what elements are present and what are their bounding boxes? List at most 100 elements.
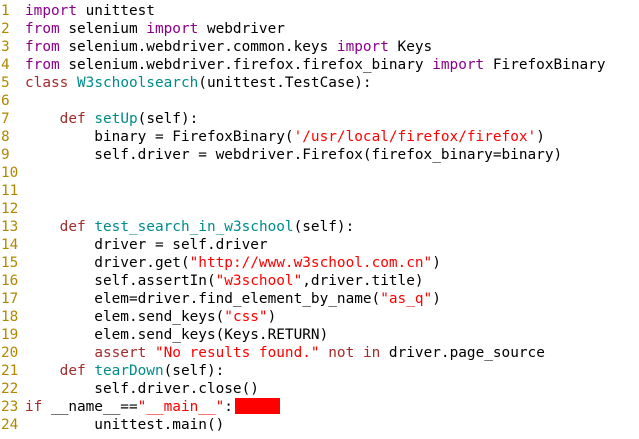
- code-line[interactable]: 18 elem.send_keys("css"): [0, 308, 276, 326]
- code-line[interactable]: 21 def tearDown(self):: [0, 362, 224, 380]
- code-line[interactable]: 8 binary = FirefoxBinary('/usr/local/fir…: [0, 128, 545, 146]
- code-token: setUp: [94, 111, 138, 127]
- code-text: from selenium.webdriver.firefox.firefox_…: [25, 57, 606, 73]
- code-line[interactable]: 15 driver.get("http://www.w3school.com.c…: [0, 254, 441, 272]
- code-text: elem.send_keys(Keys.RETURN): [25, 327, 328, 343]
- line-number: 1: [1, 3, 10, 19]
- code-token: webdriver: [198, 21, 285, 37]
- code-token: selenium.webdriver.firefox.firefox_binar…: [59, 57, 433, 73]
- code-token: :: [224, 399, 233, 415]
- code-token: (self):: [163, 363, 225, 379]
- code-token: "w3school": [215, 273, 303, 289]
- code-line[interactable]: 11: [0, 182, 25, 200]
- code-token: (self):: [293, 219, 355, 235]
- code-text: def setUp(self):: [25, 111, 199, 127]
- code-token: ): [432, 255, 441, 271]
- code-text: self.driver.close(): [25, 381, 259, 397]
- line-number: 14: [1, 237, 19, 253]
- code-token: ): [432, 291, 441, 307]
- code-text: driver.get("http://www.w3school.com.cn"): [25, 255, 441, 271]
- line-number: 20: [1, 345, 19, 361]
- code-line[interactable]: 3 from selenium.webdriver.common.keys imp…: [0, 38, 432, 56]
- line-number: 2: [1, 21, 10, 37]
- code-text: assert "No results found." not in driver…: [25, 345, 545, 361]
- line-number: 23: [1, 399, 19, 415]
- code-line[interactable]: 10: [0, 164, 25, 182]
- code-token: def: [59, 363, 86, 379]
- redaction-block: [234, 398, 280, 414]
- code-line[interactable]: 4 from selenium.webdriver.firefox.firefox…: [0, 56, 606, 74]
- code-token: from: [25, 57, 60, 73]
- code-line[interactable]: 14 driver = self.driver: [0, 236, 268, 254]
- code-token: import: [336, 39, 389, 55]
- code-line[interactable]: 5 class W3schoolsearch(unittest.TestCase)…: [0, 74, 372, 92]
- code-token: selenium.webdriver.common.keys: [59, 39, 337, 55]
- code-token: def: [59, 219, 86, 235]
- line-number: 6: [1, 93, 10, 109]
- line-number: 13: [1, 219, 19, 235]
- code-token: '/usr/local/firefox/firefox': [293, 129, 537, 145]
- code-token: self.assertIn(: [25, 273, 216, 289]
- line-number: 4: [1, 57, 10, 73]
- code-line[interactable]: 2 from selenium import webdriver: [0, 20, 285, 38]
- code-text: binary = FirefoxBinary('/usr/local/firef…: [25, 129, 545, 145]
- code-token: import: [25, 3, 77, 19]
- code-text: driver = self.driver: [25, 237, 267, 253]
- code-text: def tearDown(self):: [25, 363, 225, 379]
- code-text: import unittest: [25, 3, 155, 19]
- line-number: 12: [1, 201, 19, 217]
- code-token: unittest.main(): [25, 417, 225, 433]
- code-line[interactable]: 9 self.driver = webdriver.Firefox(firefo…: [0, 146, 562, 164]
- line-number: 10: [1, 165, 19, 181]
- code-line[interactable]: 19 elem.send_keys(Keys.RETURN): [0, 326, 328, 344]
- code-token: elem.send_keys(Keys.RETURN): [25, 327, 329, 343]
- code-token: binary = FirefoxBinary(: [25, 129, 294, 145]
- code-line[interactable]: 20 assert "No results found." not in dri…: [0, 344, 545, 362]
- code-line[interactable]: 1 import unittest: [0, 2, 155, 20]
- code-text: class W3schoolsearch(unittest.TestCase):: [25, 75, 372, 91]
- code-token: from: [25, 21, 60, 37]
- line-number: 8: [1, 129, 10, 145]
- line-number: 19: [1, 327, 19, 343]
- code-text: self.assertIn("w3school",driver.title): [25, 273, 423, 289]
- code-text: self.driver = webdriver.Firefox(firefox_…: [25, 147, 562, 163]
- code-token: self.driver.close(): [25, 381, 259, 397]
- code-token: "as_q": [380, 291, 433, 307]
- code-token: import: [146, 21, 199, 37]
- code-token: self.driver = webdriver.Firefox(firefox_…: [25, 147, 563, 163]
- code-line[interactable]: 13 def test_search_in_w3school(self):: [0, 218, 354, 236]
- code-token: if: [25, 399, 43, 415]
- code-line[interactable]: 6: [0, 92, 25, 110]
- code-token: Keys: [388, 39, 433, 55]
- code-token: elem=driver.find_element_by_name(: [25, 291, 381, 307]
- code-token: "No results found.": [154, 345, 320, 361]
- code-token: "__main__": [137, 399, 225, 415]
- code-line[interactable]: 17 elem=driver.find_element_by_name("as_…: [0, 290, 441, 308]
- code-token: class: [25, 75, 69, 91]
- code-token: ): [267, 309, 277, 325]
- code-text: from selenium.webdriver.common.keys impo…: [25, 39, 432, 55]
- line-number: 3: [1, 39, 10, 55]
- code-line[interactable]: 23 if __name__=="__main__":: [0, 398, 280, 416]
- code-token: tearDown: [94, 363, 164, 379]
- code-token: (unittest.TestCase):: [198, 75, 372, 91]
- code-token: unittest: [76, 3, 155, 19]
- code-editor[interactable]: 1 import unittest 2 from selenium import we…: [0, 0, 639, 439]
- code-token: test_search_in_w3school: [94, 219, 294, 235]
- code-token: "http://www.w3school.com.cn": [189, 255, 433, 271]
- code-line[interactable]: 24 unittest.main(): [0, 416, 224, 434]
- code-line[interactable]: 7 def setUp(self):: [0, 110, 198, 128]
- code-line[interactable]: 22 self.driver.close(): [0, 380, 259, 398]
- code-line[interactable]: 12: [0, 200, 25, 218]
- code-token: "css": [224, 309, 268, 325]
- code-text: from selenium import webdriver: [25, 21, 285, 37]
- code-token: W3schoolsearch: [77, 75, 199, 91]
- line-number: 16: [1, 273, 19, 289]
- code-line[interactable]: 16 self.assertIn("w3school",driver.title…: [0, 272, 424, 290]
- code-token: driver.page_source: [380, 345, 545, 361]
- line-number: 15: [1, 255, 19, 271]
